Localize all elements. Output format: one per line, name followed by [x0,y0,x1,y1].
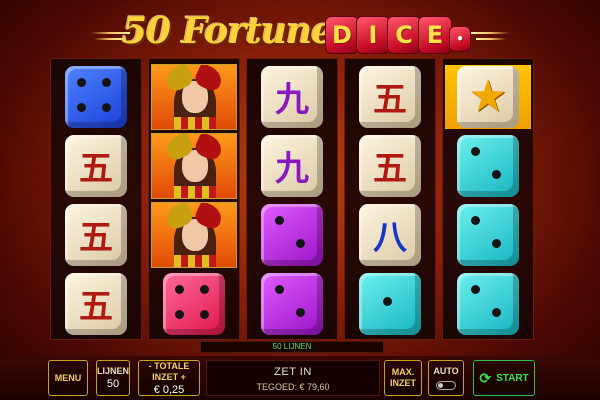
reel-symbol [345,269,435,338]
reel-symbol: 五 [51,131,141,200]
toggle-switch-icon [436,381,456,390]
wu-glyph: 五 [79,218,113,258]
reel-symbol [443,269,533,338]
max-bet-label-line2: INZET [390,378,416,388]
reel-symbol [443,200,533,269]
reel-4: 五 五 八 [344,58,436,340]
reel-symbol [149,269,239,338]
reel-5: ★ [442,58,534,340]
reel-1: 五 五 五 [50,58,142,340]
jiu-glyph: 九 [275,149,309,189]
reel-symbol [149,62,239,131]
lines-value: 50 [106,378,120,390]
total-bet-value: € 0,25 [153,383,185,396]
menu-label: MENU [54,372,82,383]
total-bet-control: - TOTALE INZET + € 0,25 [138,360,200,396]
ba-dice-symbol: 八 [359,203,421,266]
start-spin-button[interactable]: ⟳ START [473,360,535,396]
star-icon: ★ [457,65,519,128]
joker-wild-symbol [151,132,237,199]
bet-decrease-button[interactable]: - [149,361,152,371]
reel-2 [148,58,240,340]
title-die-letter: C [387,16,421,54]
title-dice-word: D I C E • [325,16,471,56]
pink-die-four-symbol [163,272,225,335]
ba-glyph: 八 [373,218,407,258]
reel-symbol [247,269,337,338]
autoplay-toggle[interactable]: AUTO [428,360,464,396]
reel-grid: 五 五 五 九 九 五 五 八 ★ [50,58,534,340]
joker-wild-symbol [151,201,237,268]
magenta-die-two-symbol [261,272,323,335]
lines-label: LIJNEN [97,366,130,376]
reel-symbol: 五 [345,62,435,131]
logo-decoration-line [470,32,510,34]
game-logo: 50 Fortune D I C E • [80,4,520,60]
wu-dice-symbol: 五 [359,134,421,197]
logo-decoration-line [476,38,506,40]
reel-symbol [443,131,533,200]
wu-dice-symbol: 五 [65,203,127,266]
title-die-letter: I [356,16,390,54]
control-panel: MENU LIJNEN 50 - TOTALE INZET + € 0,25 Z… [0,356,600,400]
jiu-dice-symbol: 九 [261,65,323,128]
logo-decoration-line [94,38,124,40]
reel-symbol [247,200,337,269]
reel-symbol [149,131,239,200]
wu-glyph: 五 [79,287,113,327]
wu-dice-symbol: 五 [65,272,127,335]
autoplay-label: AUTO [433,366,459,376]
lines-selector[interactable]: LIJNEN 50 [96,360,130,396]
wu-glyph: 五 [373,149,407,189]
reel-symbol: 九 [247,131,337,200]
total-bet-header: - TOTALE INZET + [139,361,199,383]
reel-symbol [51,62,141,131]
jiu-glyph: 九 [275,80,309,120]
title-die-letter: D [325,16,359,54]
title-die-letter: E [418,16,452,54]
reel-symbol [149,200,239,269]
wu-dice-symbol: 五 [65,134,127,197]
max-bet-button[interactable]: MAX. INZET [384,360,422,396]
reel-symbol: 五 [345,131,435,200]
jiu-dice-symbol: 九 [261,134,323,197]
place-bet-label: ZET IN [274,366,312,378]
reel-symbol: 九 [247,62,337,131]
start-label: START [496,372,529,384]
game-title: 50 Fortune [122,10,334,52]
reel-symbol: ★ [443,62,533,131]
max-bet-label-line1: MAX. [391,367,415,377]
cyan-die-two-symbol [457,203,519,266]
cyan-die-two-symbol [457,134,519,197]
magenta-die-two-symbol [261,203,323,266]
title-small-die: • [449,26,471,52]
refresh-icon: ⟳ [479,369,492,386]
reel-3: 九 九 [246,58,338,340]
star-scatter-symbol: ★ [445,64,531,129]
cyan-die-two-symbol [457,272,519,335]
blue-die-four-symbol [65,65,127,128]
bet-increase-button[interactable]: + [181,372,186,382]
reel-symbol: 五 [51,200,141,269]
wu-glyph: 五 [79,149,113,189]
wu-dice-symbol: 五 [359,65,421,128]
balance-display: TEGOED: € 79,60 [256,382,330,392]
joker-wild-symbol [151,63,237,130]
menu-button[interactable]: MENU [48,360,88,396]
wu-glyph: 五 [373,80,407,120]
place-bet-area[interactable]: ZET IN TEGOED: € 79,60 [206,360,380,396]
reel-symbol: 八 [345,200,435,269]
cyan-die-one-symbol [359,272,421,335]
reel-symbol: 五 [51,269,141,338]
lines-indicator: 50 LIJNEN [200,341,384,353]
